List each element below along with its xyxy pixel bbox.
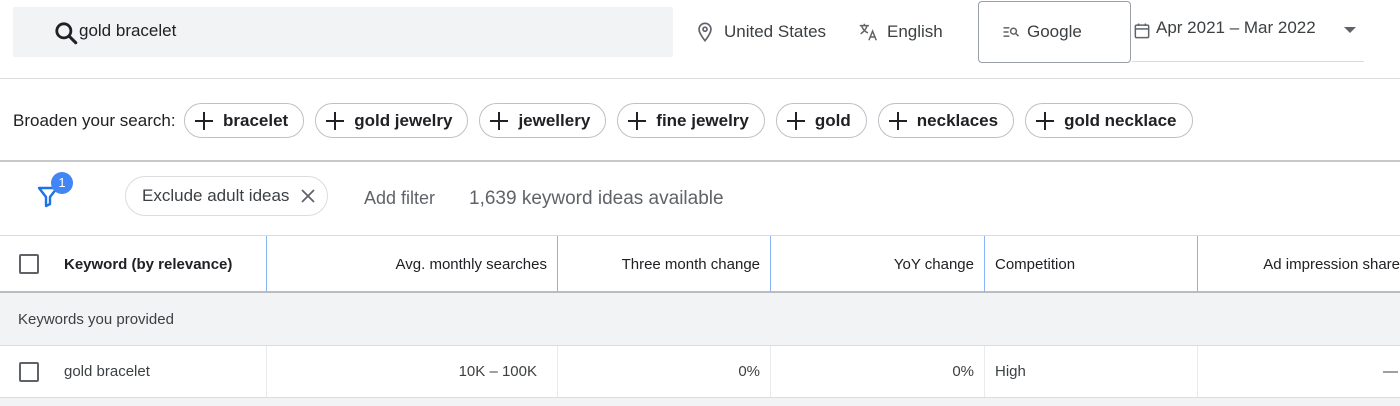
- location-selector[interactable]: United States: [694, 18, 826, 46]
- ad-impression-value: —: [1383, 363, 1398, 380]
- plus-icon: [490, 111, 509, 130]
- top-bar: gold bracelet United States English Goog…: [0, 0, 1400, 79]
- plus-icon: [786, 111, 805, 130]
- next-row-strip: [0, 398, 1400, 406]
- plus-icon: [1036, 111, 1055, 130]
- plus-icon: [628, 111, 647, 130]
- cell-ad-impression-share: —: [1197, 346, 1400, 397]
- cell-keyword: gold bracelet: [64, 346, 266, 397]
- chip-label: gold: [814, 110, 851, 130]
- language-label: English: [887, 22, 943, 41]
- broaden-chip[interactable]: gold: [775, 103, 867, 138]
- chip-label: necklaces: [916, 110, 999, 130]
- table-header: Keyword (by relevance) Avg. monthly sear…: [0, 235, 1400, 293]
- competition-value: High: [995, 363, 1026, 380]
- calendar-icon: [1134, 23, 1150, 39]
- column-header-label: Three month change: [621, 255, 760, 273]
- keyword-value: gold bracelet: [64, 363, 150, 380]
- cell-three-month-change: 0%: [557, 346, 770, 397]
- filter-row: 1 Exclude adult ideas Add filter 1,639 k…: [0, 163, 1400, 235]
- cell-avg-monthly-searches: 10K – 100K: [266, 346, 557, 397]
- broaden-chip[interactable]: bracelet: [184, 103, 305, 138]
- cell-competition: High: [984, 346, 1197, 397]
- column-header-yoy-change[interactable]: YoY change: [770, 236, 984, 292]
- search-network-icon: [1003, 27, 1020, 37]
- add-filter-button[interactable]: Add filter: [364, 188, 435, 209]
- column-header-keyword[interactable]: Keyword (by relevance): [64, 236, 266, 292]
- search-network-button[interactable]: Google: [978, 1, 1131, 63]
- translate-icon: [859, 23, 877, 41]
- column-header-label: Avg. monthly searches: [395, 255, 547, 273]
- three-month-value: 0%: [738, 363, 760, 380]
- column-header-ad-impression-share[interactable]: Ad impression share: [1197, 236, 1400, 292]
- column-header-label: Ad impression share: [1263, 255, 1400, 273]
- cell-yoy-change: 0%: [770, 346, 984, 397]
- column-header-label: YoY change: [893, 255, 974, 273]
- column-header-label: Keyword (by relevance): [64, 255, 233, 273]
- select-all-checkbox[interactable]: [19, 254, 39, 274]
- broaden-chip[interactable]: gold jewelry: [315, 103, 469, 138]
- chip-label: gold necklace: [1064, 110, 1177, 130]
- chip-label: jewellery: [518, 110, 591, 130]
- date-range-selector[interactable]: Apr 2021 – Mar 2022: [1132, 18, 1364, 62]
- broaden-chip-list: bracelet gold jewelry jewellery fine jew…: [184, 103, 1193, 138]
- location-label: United States: [724, 22, 827, 41]
- broaden-chip[interactable]: fine jewelry: [617, 103, 765, 138]
- dropdown-caret-icon[interactable]: [1344, 27, 1356, 33]
- keyword-ideas-count: 1,639 keyword ideas available: [469, 188, 724, 209]
- filter-count-badge: 1: [51, 172, 73, 194]
- row-checkbox[interactable]: [19, 362, 39, 382]
- column-header-avg-monthly-searches[interactable]: Avg. monthly searches: [266, 236, 557, 292]
- plus-icon: [195, 111, 213, 130]
- keyword-search-field[interactable]: gold bracelet: [13, 7, 673, 57]
- chip-label: bracelet: [223, 110, 289, 130]
- close-icon[interactable]: [300, 188, 316, 204]
- network-label: Google: [1027, 22, 1082, 41]
- search-icon: [55, 22, 78, 45]
- date-range-label: Apr 2021 – Mar 2022: [1156, 18, 1316, 37]
- column-header-three-month-change[interactable]: Three month change: [557, 236, 770, 292]
- chip-label: gold jewelry: [354, 110, 453, 130]
- column-header-competition[interactable]: Competition: [984, 236, 1197, 292]
- broaden-label: Broaden your search:: [13, 111, 176, 130]
- yoy-value: 0%: [952, 363, 974, 380]
- location-pin-icon: [698, 22, 712, 42]
- exclude-adult-ideas-chip[interactable]: Exclude adult ideas: [125, 176, 328, 216]
- group-label: Keywords you provided: [18, 311, 174, 328]
- search-input-value[interactable]: gold bracelet: [79, 21, 176, 41]
- filter-chip-label: Exclude adult ideas: [142, 186, 290, 205]
- broaden-search-bar: Broaden your search: bracelet gold jewel…: [0, 80, 1400, 162]
- broaden-chip[interactable]: jewellery: [479, 103, 607, 138]
- table-row[interactable]: gold bracelet 10K – 100K 0% 0% High —: [0, 346, 1400, 398]
- plus-icon: [888, 111, 907, 130]
- keyword-group-header: Keywords you provided: [0, 293, 1400, 346]
- broaden-chip[interactable]: gold necklace: [1025, 103, 1193, 138]
- language-selector[interactable]: English: [857, 18, 943, 46]
- chip-label: fine jewelry: [656, 110, 749, 130]
- column-header-label: Competition: [995, 255, 1076, 273]
- plus-icon: [326, 111, 345, 130]
- broaden-chip[interactable]: necklaces: [877, 103, 1015, 138]
- avg-monthly-value: 10K – 100K: [458, 363, 537, 380]
